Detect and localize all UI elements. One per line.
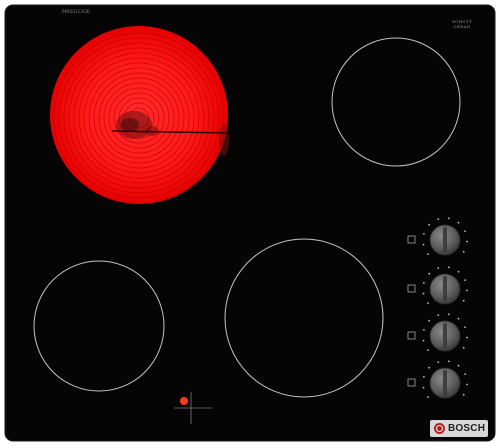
brand-name: BOSCH <box>448 423 486 434</box>
cooktop <box>4 4 496 442</box>
glass-brand-label: SCHOTT CERAN <box>452 19 472 29</box>
model-code: PKE611CA3E <box>62 9 90 14</box>
brand-badge: BOSCH <box>430 420 488 437</box>
bosch-logo-icon <box>434 423 445 434</box>
heating-zone-rear-left[interactable] <box>50 26 229 204</box>
